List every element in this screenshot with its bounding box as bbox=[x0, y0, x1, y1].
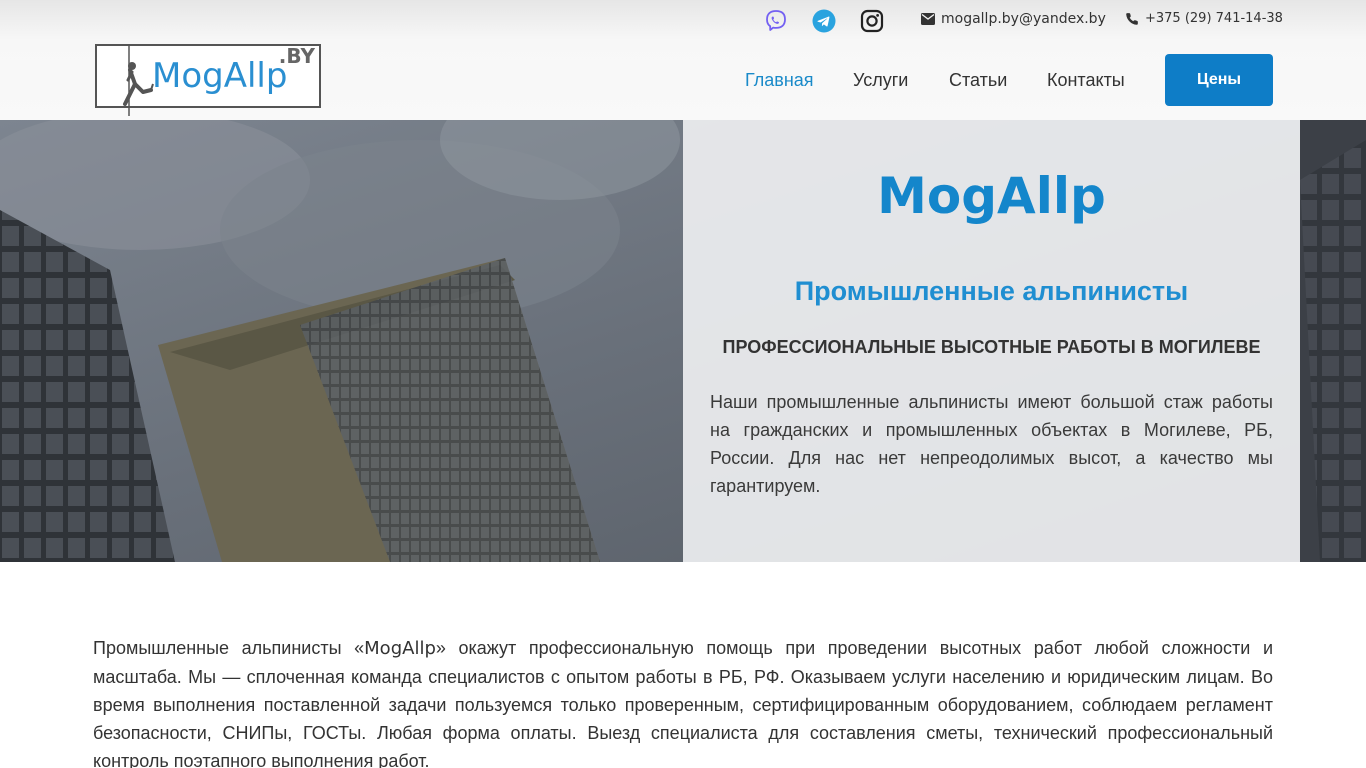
envelope-icon bbox=[921, 13, 935, 25]
hero-subtitle: Промышленные альпинисты bbox=[794, 276, 1189, 306]
email-link[interactable]: mogallp.by@yandex.by bbox=[921, 11, 1106, 27]
intro-text-start: Промышленные альпинисты « bbox=[93, 638, 365, 658]
intro-paragraph: Промышленные альпинисты «MogAllp» окажут… bbox=[93, 634, 1273, 768]
phone-icon bbox=[1126, 12, 1138, 25]
nav-item-home[interactable]: Главная bbox=[745, 68, 814, 92]
nav-item-contacts[interactable]: Контакты bbox=[1047, 68, 1125, 92]
telegram-icon[interactable] bbox=[811, 8, 836, 33]
hero-section: MogAllp Промышленные альпинисты ПРОФЕССИ… bbox=[0, 120, 1366, 562]
hero-description: Наши промышленные альпинисты имеют больш… bbox=[710, 392, 1273, 496]
hero-tagline: ПРОФЕССИОНАЛЬНЫЕ ВЫСОТНЫЕ РАБОТЫ В МОГИЛ… bbox=[722, 337, 1261, 357]
logo-suffix: .BY bbox=[278, 44, 315, 68]
logo-text: MogAllp bbox=[152, 56, 288, 96]
nav-item-services[interactable]: Услуги bbox=[853, 68, 908, 92]
site-logo[interactable]: MogAllp .BY bbox=[95, 44, 321, 116]
phone-link[interactable]: +375 (29) 741-14-38 bbox=[1125, 11, 1283, 26]
instagram-icon[interactable] bbox=[859, 8, 884, 33]
site-header: mogallp.by@yandex.by +375 (29) 741-14-38… bbox=[0, 0, 1366, 120]
viber-icon[interactable] bbox=[763, 8, 788, 33]
phone-text: +375 (29) 741-14-38 bbox=[1145, 11, 1283, 26]
prices-button[interactable]: Цены bbox=[1165, 54, 1273, 106]
hero-title: MogAllp bbox=[877, 167, 1106, 225]
intro-brand-name: MogAllp bbox=[364, 638, 436, 659]
email-text: mogallp.by@yandex.by bbox=[941, 11, 1106, 27]
nav-item-articles[interactable]: Статьи bbox=[949, 68, 1007, 92]
hero-info-panel: MogAllp Промышленные альпинисты ПРОФЕССИ… bbox=[683, 120, 1300, 562]
